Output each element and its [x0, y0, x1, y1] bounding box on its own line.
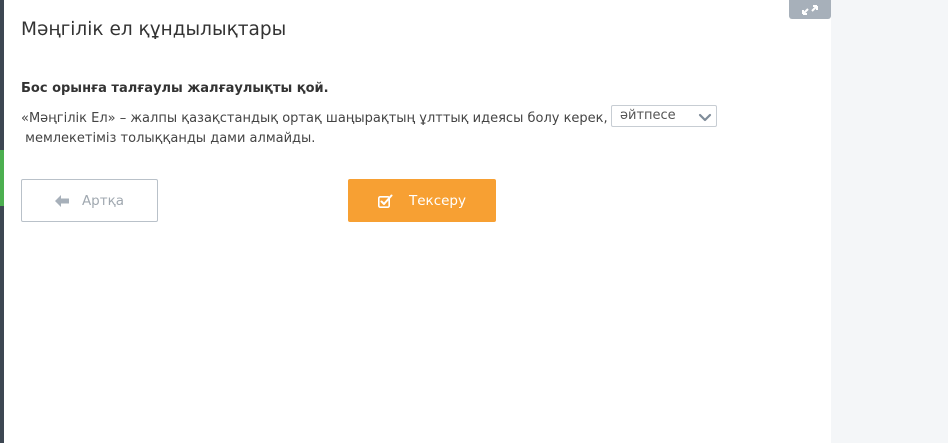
back-button-label: Артқа [81, 192, 125, 209]
right-side-panel [831, 0, 948, 443]
answer-dropdown[interactable]: әйтпесе [611, 105, 717, 127]
back-button[interactable]: Артқа [21, 179, 158, 222]
expand-icon [802, 4, 818, 15]
sidebar-active-indicator [0, 150, 4, 206]
question-sentence-part2: мемлекетіміз толыққанды дами алмайды. [21, 131, 316, 146]
checkbox-check-icon [378, 194, 393, 208]
expand-button[interactable] [789, 0, 831, 19]
check-button-label: Тексеру [409, 192, 466, 209]
page-title: Мәңгілік ел құндылықтары [21, 19, 287, 40]
question-instruction: Бос орынға талғаулы жалғаулықты қой. [21, 81, 329, 96]
check-button[interactable]: Тексеру [348, 179, 496, 222]
left-sidebar-edge [0, 0, 4, 443]
answer-dropdown-value: әйтпесе [620, 108, 676, 123]
arrow-left-icon [54, 194, 69, 207]
chevron-down-icon [698, 113, 712, 122]
question-sentence-part1: «Мәңгілік Ел» – жалпы қазақстандық ортақ… [21, 111, 608, 126]
